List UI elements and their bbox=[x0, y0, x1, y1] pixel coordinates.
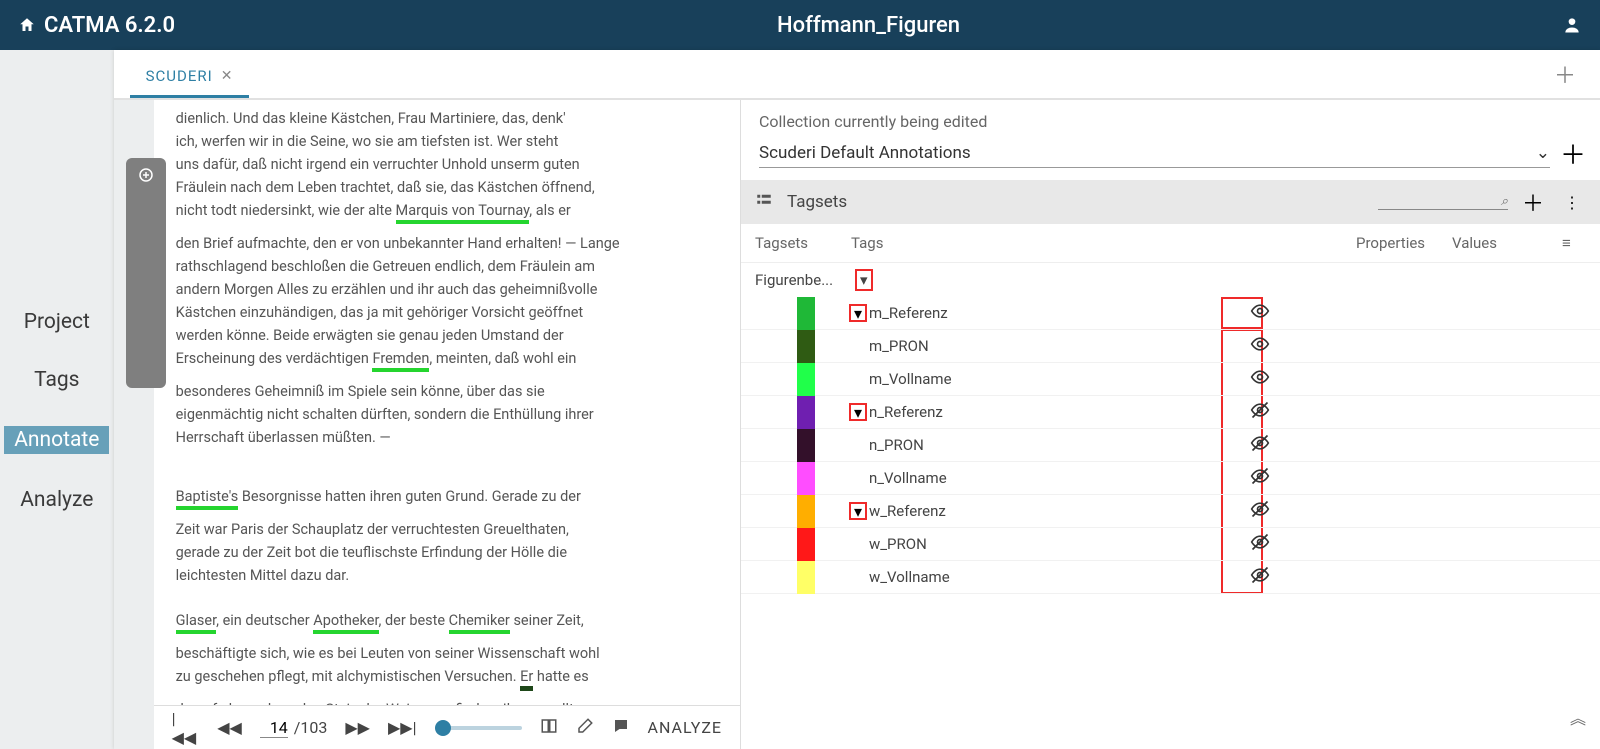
tag-name: m_Referenz bbox=[869, 304, 1240, 322]
reader-footer: |◀◀ ◀◀ /103 ▶▶ ▶▶| AN bbox=[154, 705, 740, 749]
color-swatch bbox=[797, 561, 815, 594]
prev-page-icon[interactable]: ◀◀ bbox=[217, 718, 242, 737]
tag-name: m_PRON bbox=[869, 337, 1240, 355]
tab-label: SCUDERI bbox=[146, 67, 213, 85]
eye-visible-icon[interactable] bbox=[1250, 367, 1270, 391]
tagset-name: Figurenbe... bbox=[755, 271, 851, 289]
workspace: SCUDERI ✕ ＋ dienlich. Und das kleine Kä bbox=[114, 50, 1600, 749]
zoom-slider[interactable] bbox=[435, 726, 522, 730]
collection-label: Collection currently being edited bbox=[741, 100, 1600, 135]
annotation-m-referenz: Glaser bbox=[176, 612, 217, 634]
tag-row[interactable]: w_PRON bbox=[741, 528, 1600, 561]
color-swatch bbox=[797, 330, 815, 363]
user-icon[interactable] bbox=[1562, 15, 1582, 35]
book-view-icon[interactable] bbox=[540, 717, 558, 739]
tag-row[interactable]: n_PRON bbox=[741, 429, 1600, 462]
color-swatch bbox=[797, 396, 815, 429]
comment-icon[interactable] bbox=[612, 717, 630, 739]
annotation-m-referenz: Baptiste's bbox=[176, 488, 239, 510]
app-header: CATMA 6.2.0 Hoffmann_Figuren bbox=[0, 0, 1600, 50]
collection-select[interactable]: Scuderi Default Annotations ⌄ bbox=[759, 139, 1550, 168]
color-swatch bbox=[797, 429, 815, 462]
tagset-columns: Tagsets Tags Properties Values ≡ bbox=[741, 224, 1600, 263]
color-swatch bbox=[797, 462, 815, 495]
eye-hidden-icon[interactable] bbox=[1250, 532, 1270, 556]
col-properties: Properties bbox=[1356, 234, 1452, 252]
eye-hidden-icon[interactable] bbox=[1250, 499, 1270, 523]
nav-project[interactable]: Project bbox=[24, 310, 90, 334]
tag-name: w_Referenz bbox=[869, 502, 1240, 520]
eye-hidden-icon[interactable] bbox=[1250, 400, 1270, 424]
text-content[interactable]: dienlich. Und das kleine Kästchen, Frau … bbox=[154, 100, 740, 705]
eye-visible-icon[interactable] bbox=[1250, 301, 1270, 325]
col-values: Values bbox=[1452, 234, 1562, 252]
app-title: CATMA 6.2.0 bbox=[44, 13, 175, 38]
add-collection-button[interactable]: ＋ bbox=[1560, 135, 1586, 172]
kebab-menu-icon[interactable]: ⋮ bbox=[1558, 193, 1586, 212]
tag-name: w_Vollname bbox=[869, 568, 1240, 586]
tag-row[interactable]: ▾w_Referenz bbox=[741, 495, 1600, 528]
col-tagsets: Tagsets bbox=[755, 234, 851, 252]
tab-scuderi[interactable]: SCUDERI ✕ bbox=[130, 55, 250, 98]
tagsets-title: Tagsets bbox=[787, 192, 847, 212]
color-swatch bbox=[797, 495, 815, 528]
tag-row[interactable]: m_PRON bbox=[741, 330, 1600, 363]
tagset-search-input[interactable] bbox=[1378, 194, 1508, 210]
scroll-top-icon[interactable]: ︽ bbox=[1570, 705, 1586, 729]
tab-bar: SCUDERI ✕ ＋ bbox=[114, 50, 1600, 100]
tag-expand-toggle[interactable]: ▾ bbox=[849, 403, 867, 421]
nav-tags[interactable]: Tags bbox=[34, 368, 79, 392]
next-page-icon[interactable]: ▶▶ bbox=[345, 718, 370, 737]
tag-row[interactable]: ▾m_Referenz bbox=[741, 297, 1600, 330]
eye-visible-icon[interactable] bbox=[1250, 334, 1270, 358]
close-icon[interactable]: ✕ bbox=[221, 68, 234, 84]
color-swatch bbox=[797, 297, 815, 330]
first-page-icon[interactable]: |◀◀ bbox=[172, 709, 200, 747]
reader-pane: dienlich. Und das kleine Kästchen, Frau … bbox=[114, 100, 740, 749]
tag-expand-toggle[interactable]: ▾ bbox=[849, 502, 867, 520]
nav-analyze[interactable]: Analyze bbox=[20, 488, 93, 512]
color-swatch bbox=[797, 528, 815, 561]
tag-name: m_Vollname bbox=[869, 370, 1240, 388]
last-page-icon[interactable]: ▶▶| bbox=[388, 718, 417, 737]
tagset-pane: Collection currently being edited Scuder… bbox=[740, 100, 1600, 749]
page-total: /103 bbox=[294, 718, 328, 737]
tag-row[interactable]: w_Vollname bbox=[741, 561, 1600, 594]
annotation-m-referenz: Apotheker bbox=[313, 612, 378, 634]
eye-hidden-icon[interactable] bbox=[1250, 433, 1270, 457]
tagset-row[interactable]: Figurenbe... ▾ bbox=[741, 263, 1600, 297]
home-icon[interactable] bbox=[18, 16, 36, 34]
annotation-m-referenz: Fremden bbox=[372, 350, 429, 372]
tag-row[interactable]: n_Vollname bbox=[741, 462, 1600, 495]
eraser-icon[interactable] bbox=[576, 717, 594, 739]
tag-rows: ▾m_Referenzm_PRONm_Vollname▾n_Referenzn_… bbox=[741, 297, 1600, 749]
col-tags: Tags bbox=[851, 234, 1356, 252]
document-title: Hoffmann_Figuren bbox=[175, 13, 1562, 38]
annotation-m-pron: Er bbox=[520, 668, 533, 691]
list-view-icon[interactable] bbox=[755, 191, 773, 213]
add-tab-button[interactable]: ＋ bbox=[1546, 50, 1584, 98]
tagset-expand-toggle[interactable]: ▾ bbox=[855, 269, 873, 291]
tag-name: w_PRON bbox=[869, 535, 1240, 553]
analyze-button[interactable]: ANALYZE bbox=[648, 718, 722, 737]
hamburger-icon[interactable]: ≡ bbox=[1562, 234, 1586, 252]
chevron-down-icon: ⌄ bbox=[1536, 143, 1550, 163]
tag-row[interactable]: ▾n_Referenz bbox=[741, 396, 1600, 429]
annotation-m-referenz: Chemiker bbox=[449, 612, 510, 634]
tag-row[interactable]: m_Vollname bbox=[741, 363, 1600, 396]
side-nav: Project Tags Annotate Analyze bbox=[0, 50, 114, 749]
tag-name: n_Referenz bbox=[869, 403, 1240, 421]
annotation-m-referenz: Marquis von Tournay bbox=[396, 202, 530, 224]
tag-name: n_Vollname bbox=[869, 469, 1240, 487]
expand-margin-button[interactable] bbox=[126, 158, 166, 388]
add-tagset-button[interactable]: ＋ bbox=[1522, 186, 1544, 218]
color-swatch bbox=[797, 363, 815, 396]
eye-hidden-icon[interactable] bbox=[1250, 466, 1270, 490]
tagsets-header: Tagsets ＋ ⋮ bbox=[741, 180, 1600, 224]
tag-name: n_PRON bbox=[869, 436, 1240, 454]
tag-expand-toggle[interactable]: ▾ bbox=[849, 304, 867, 322]
eye-hidden-icon[interactable] bbox=[1250, 565, 1270, 589]
nav-annotate[interactable]: Annotate bbox=[4, 426, 109, 454]
page-input[interactable] bbox=[260, 718, 288, 738]
